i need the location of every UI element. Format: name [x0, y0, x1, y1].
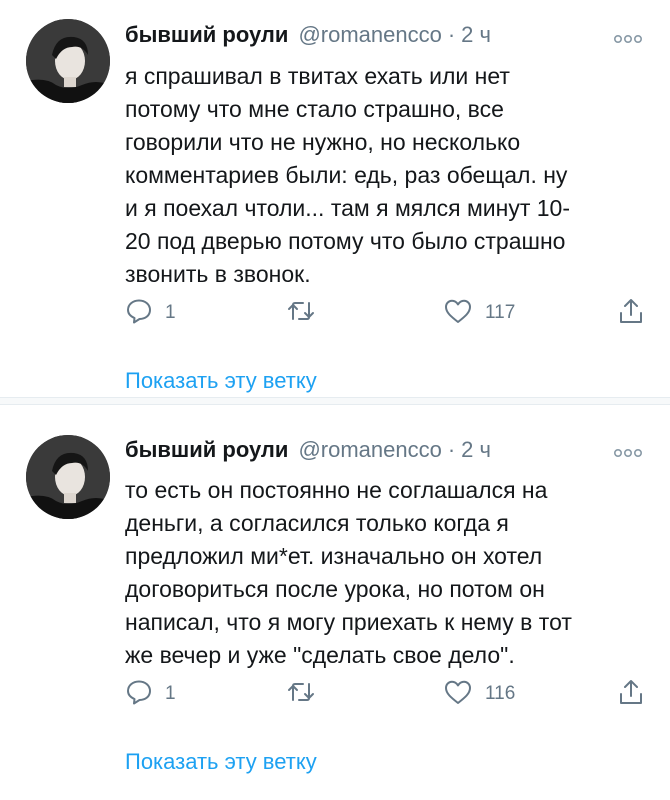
separator: · [447, 437, 456, 462]
reply-icon [125, 678, 153, 711]
tweet[interactable]: бывший роули @romanencco · 2 ч я спрашив… [0, 0, 670, 397]
tweet-header: бывший роули @romanencco · 2 ч [125, 22, 491, 52]
tweet-text-line: деньги, а согласился только когда я [125, 510, 509, 536]
tweet-actions: 1 117 [125, 298, 645, 328]
timestamp[interactable]: 2 ч [461, 22, 491, 48]
tweet-text-line: же вечер и уже "сделать свое дело". [125, 642, 515, 668]
share-icon [618, 678, 644, 711]
author-handle[interactable]: @romanencco [298, 437, 441, 463]
tweet-text-line: я спрашивал в твитах ехать или нет [125, 63, 510, 89]
like-button[interactable]: 116 [443, 679, 515, 709]
share-icon [618, 297, 644, 330]
like-count: 117 [485, 302, 516, 323]
retweet-icon [285, 678, 317, 711]
reply-count: 1 [165, 683, 176, 704]
tweet-text-line: звонить в звонок. [125, 261, 311, 287]
author-name[interactable]: бывший роули [125, 437, 288, 463]
tweet-text-line: написал, что я могу приехать к нему в то… [125, 609, 572, 635]
tweet-text-line: то есть он постоянно не соглашался на [125, 477, 548, 503]
more-icon[interactable] [613, 445, 642, 463]
tweet-actions: 1 116 [125, 679, 645, 709]
more-icon[interactable] [613, 31, 642, 49]
separator: · [447, 22, 456, 47]
like-count: 116 [485, 683, 516, 704]
heart-icon [443, 297, 473, 330]
reply-icon [125, 297, 153, 330]
retweet-button[interactable] [285, 679, 329, 709]
tweet-text: я спрашивал в твитах ехать или нет потом… [125, 60, 645, 291]
retweet-icon [285, 297, 317, 330]
tweet-divider [0, 397, 670, 405]
tweet-text-line: говорили что не нужно, но несколько [125, 129, 521, 155]
author-name[interactable]: бывший роули [125, 22, 288, 48]
reply-button[interactable]: 1 [125, 298, 176, 328]
share-button[interactable] [618, 679, 644, 709]
tweet-text-line: и я поехал чтоли... там я мялся минут 10… [125, 195, 571, 221]
reply-count: 1 [165, 302, 176, 323]
author-handle[interactable]: @romanencco [298, 22, 441, 48]
avatar[interactable] [26, 435, 110, 519]
tweet-text-line: договориться после урока, но потом он [125, 576, 545, 602]
show-thread-link[interactable]: Показать эту ветку [125, 749, 317, 775]
tweet-text-line: 20 под дверью потому что было страшно [125, 228, 566, 254]
timestamp[interactable]: 2 ч [461, 437, 491, 463]
show-thread-link[interactable]: Показать эту ветку [125, 368, 317, 394]
tweet-text-line: предложил ми*ет. изначально он хотел [125, 543, 543, 569]
tweet-text-line: потому что мне стало страшно, все [125, 96, 504, 122]
tweet-header: бывший роули @romanencco · 2 ч [125, 437, 491, 467]
tweet[interactable]: бывший роули @romanencco · 2 ч то есть о… [0, 405, 670, 800]
retweet-button[interactable] [285, 298, 329, 328]
tweet-text-line: комментариев были: едь, раз обещал. ну [125, 162, 568, 188]
reply-button[interactable]: 1 [125, 679, 176, 709]
like-button[interactable]: 117 [443, 298, 515, 328]
avatar[interactable] [26, 19, 110, 103]
share-button[interactable] [618, 298, 644, 328]
heart-icon [443, 678, 473, 711]
tweet-text: то есть он постоянно не соглашался на де… [125, 474, 645, 672]
